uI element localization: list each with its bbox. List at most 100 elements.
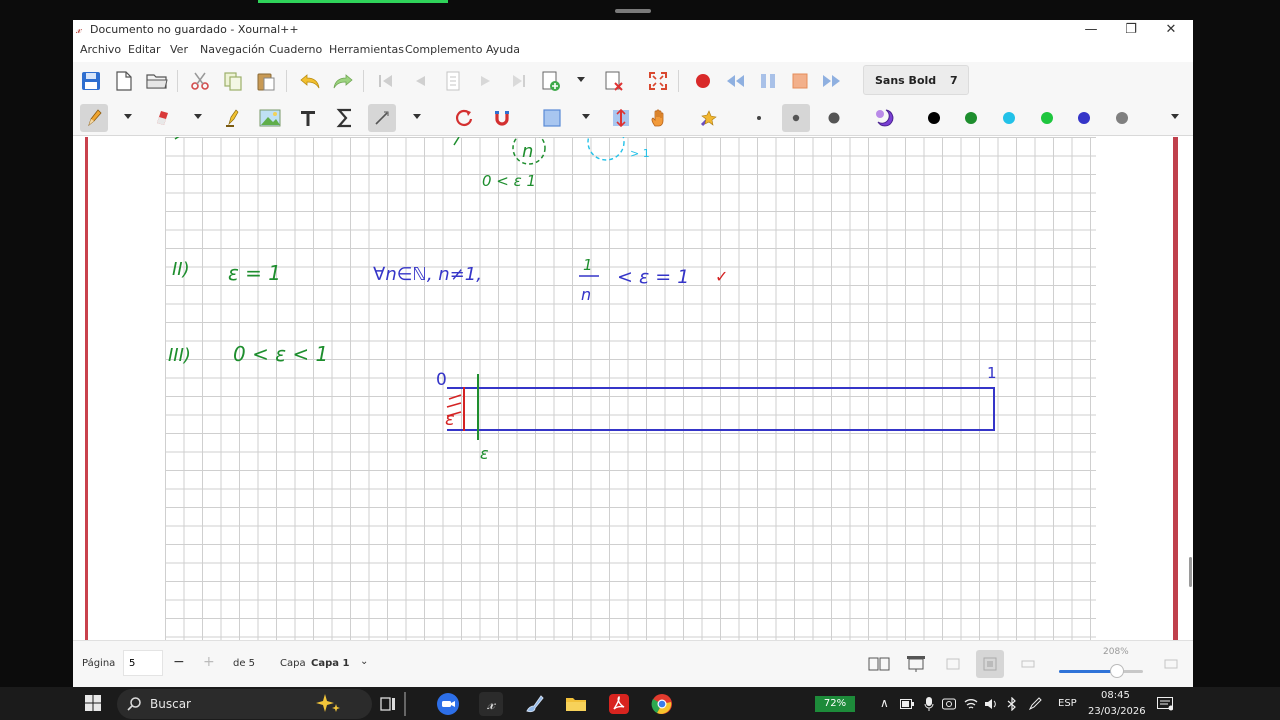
- goto-page-button[interactable]: [439, 67, 467, 95]
- thickness-medium-button[interactable]: [782, 104, 810, 132]
- file-explorer-button[interactable]: [564, 692, 588, 716]
- fit-width-button[interactable]: [976, 650, 1004, 678]
- color-cyan-button[interactable]: [995, 104, 1023, 132]
- zoom-slider[interactable]: [1059, 670, 1143, 673]
- save-button[interactable]: [77, 67, 105, 95]
- windows-start-icon[interactable]: [85, 695, 101, 711]
- page-number-input[interactable]: 5: [123, 650, 163, 676]
- cut-button[interactable]: [186, 67, 214, 95]
- pen-dropdown[interactable]: [124, 114, 132, 119]
- battery-indicator[interactable]: 72%: [815, 696, 855, 712]
- new-document-button[interactable]: [110, 67, 138, 95]
- zoom-out-button[interactable]: [1014, 650, 1042, 678]
- volume-icon[interactable]: [984, 698, 998, 710]
- select-rectangle-dropdown[interactable]: [582, 114, 590, 119]
- copy-button[interactable]: [219, 67, 247, 95]
- wifi-icon[interactable]: [964, 698, 978, 710]
- notification-icon[interactable]: [1157, 697, 1173, 711]
- tool-settings-button[interactable]: [695, 104, 723, 132]
- maximize-button[interactable]: ❐: [1111, 20, 1151, 40]
- last-page-button[interactable]: [505, 67, 533, 95]
- microphone-icon[interactable]: [924, 697, 934, 711]
- previous-page-button[interactable]: [406, 67, 434, 95]
- zoom-in-button[interactable]: [1157, 650, 1185, 678]
- pen-tool-button[interactable]: [80, 104, 108, 132]
- battery-icon[interactable]: [900, 699, 914, 709]
- chrome-button[interactable]: [650, 692, 674, 716]
- toolbar-overflow-dropdown[interactable]: [1171, 114, 1179, 119]
- color-black-button[interactable]: [920, 104, 948, 132]
- thickness-fine-button[interactable]: [745, 104, 773, 132]
- document-canvas[interactable]: n > 1 0 < ε 1 II) ε = 1 ∀n∈ℕ, n≠1, 1 n <…: [73, 137, 1193, 640]
- pen-tray-icon[interactable]: [1028, 697, 1042, 711]
- taskbar-search[interactable]: Buscar: [117, 689, 372, 719]
- tray-overflow-icon[interactable]: ∧: [880, 696, 889, 710]
- grid-snap-button[interactable]: [487, 104, 515, 132]
- camera-icon[interactable]: [942, 698, 956, 710]
- page-decrement-button[interactable]: −: [173, 654, 185, 670]
- menu-herramientas[interactable]: Herramientas: [329, 43, 404, 56]
- fit-page-button[interactable]: [939, 650, 967, 678]
- page-increment-button[interactable]: +: [203, 654, 215, 670]
- bluetooth-icon[interactable]: [1006, 697, 1018, 711]
- menu-editar[interactable]: Editar: [128, 43, 161, 56]
- add-page-dropdown[interactable]: [577, 77, 585, 82]
- select-rectangle-button[interactable]: [538, 104, 566, 132]
- fill-button[interactable]: [870, 104, 898, 132]
- select-tool-button[interactable]: [368, 104, 396, 132]
- clock-date[interactable]: 23/03/2026: [1088, 706, 1146, 717]
- fullscreen-button[interactable]: [644, 67, 672, 95]
- clock-time[interactable]: 08:45: [1101, 690, 1130, 701]
- two-page-view-button[interactable]: [865, 650, 893, 678]
- open-button[interactable]: [143, 67, 171, 95]
- first-page-button[interactable]: [372, 67, 400, 95]
- input-language[interactable]: ESP: [1058, 698, 1077, 709]
- color-lightgreen-button[interactable]: [1033, 104, 1061, 132]
- layer-dropdown-icon[interactable]: ⌄: [360, 656, 368, 667]
- menu-archivo[interactable]: Archivo: [80, 43, 121, 56]
- delete-page-button[interactable]: [600, 67, 628, 95]
- presentation-mode-button[interactable]: [902, 650, 930, 678]
- redo-button[interactable]: [329, 67, 357, 95]
- window-drag-handle[interactable]: [615, 9, 651, 13]
- color-gray-button[interactable]: [1108, 104, 1136, 132]
- math-tool-button[interactable]: [331, 104, 359, 132]
- menu-ver[interactable]: Ver: [170, 43, 188, 56]
- rotation-snap-button[interactable]: [450, 104, 478, 132]
- vertical-space-button[interactable]: [607, 104, 635, 132]
- close-button[interactable]: ✕: [1151, 20, 1191, 40]
- menu-cuaderno[interactable]: Cuaderno: [269, 43, 322, 56]
- highlighter-tool-button[interactable]: [218, 104, 246, 132]
- menu-complemento[interactable]: Complemento: [405, 43, 482, 56]
- color-blue-button[interactable]: [1070, 104, 1098, 132]
- add-page-button[interactable]: [537, 67, 565, 95]
- minimize-button[interactable]: —: [1071, 20, 1111, 40]
- rewind-button[interactable]: [721, 67, 749, 95]
- fast-forward-button[interactable]: [818, 67, 846, 95]
- image-tool-button[interactable]: [256, 104, 284, 132]
- paste-button[interactable]: [252, 67, 280, 95]
- text-tool-button[interactable]: [294, 104, 322, 132]
- vertical-scrollbar[interactable]: [1189, 557, 1192, 587]
- acrobat-button[interactable]: [607, 692, 631, 716]
- paint-app-button[interactable]: [522, 692, 546, 716]
- font-selector-button[interactable]: Sans Bold 7: [863, 65, 969, 95]
- layer-selector[interactable]: Capa 1: [311, 658, 349, 669]
- thickness-thick-button[interactable]: [820, 104, 848, 132]
- task-view-button[interactable]: [376, 692, 400, 716]
- xournal-app-button[interactable]: 𝓍: [479, 692, 503, 716]
- zoom-app-button[interactable]: [436, 692, 460, 716]
- menu-ayuda[interactable]: Ayuda: [486, 43, 520, 56]
- menu-navegacion[interactable]: Navegación: [200, 43, 265, 56]
- eraser-tool-button[interactable]: [149, 104, 177, 132]
- undo-button[interactable]: [296, 67, 324, 95]
- eraser-dropdown[interactable]: [194, 114, 202, 119]
- color-green-button[interactable]: [957, 104, 985, 132]
- zoom-slider-thumb[interactable]: [1109, 664, 1124, 678]
- hand-tool-button[interactable]: [645, 104, 673, 132]
- next-page-button[interactable]: [472, 67, 500, 95]
- record-button[interactable]: [689, 67, 717, 95]
- pause-button[interactable]: [754, 67, 782, 95]
- select-dropdown[interactable]: [413, 114, 421, 119]
- stop-button[interactable]: [786, 67, 814, 95]
